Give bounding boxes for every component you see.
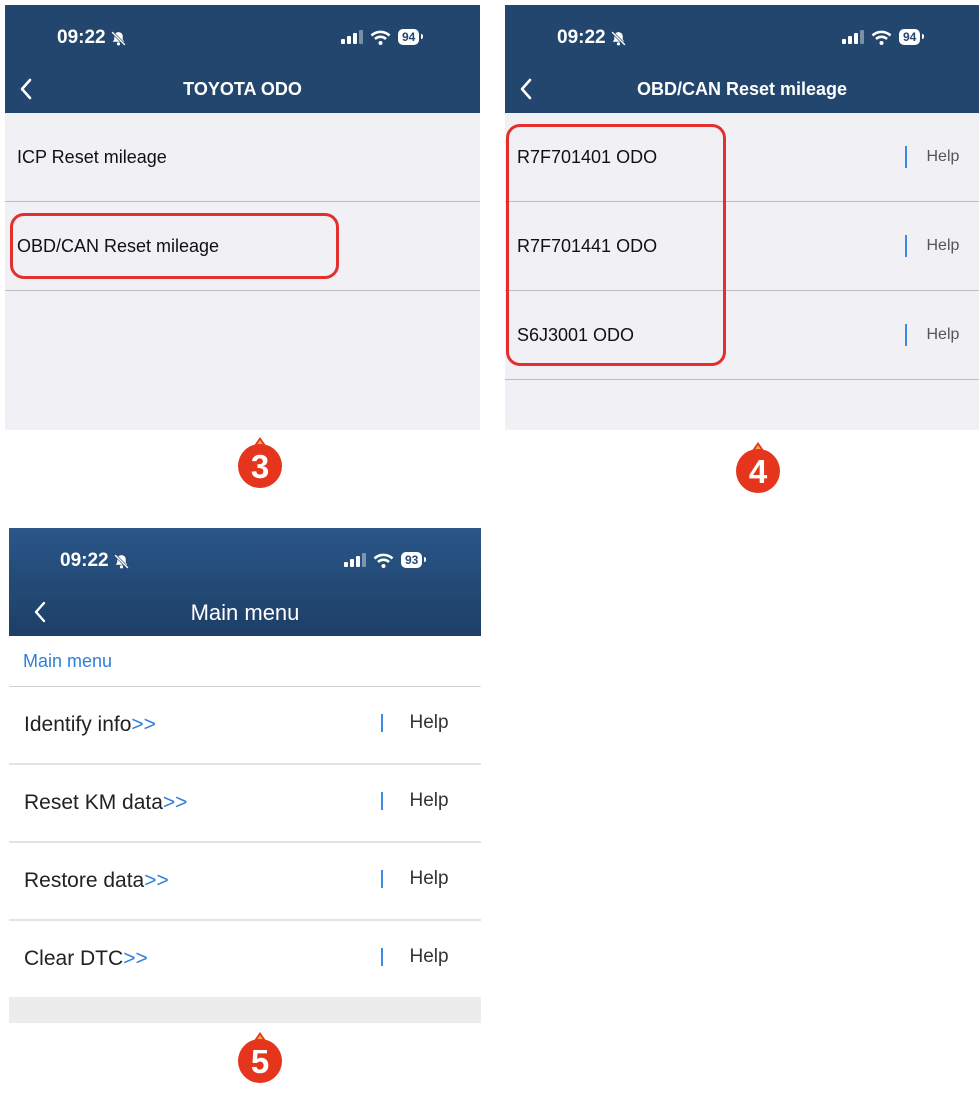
bell-muted-icon xyxy=(610,30,626,46)
screen-obd-can-reset-mileage: 09:22 94 OBD/CAN Reset mileage R7F701401… xyxy=(505,5,979,430)
help-label: Help xyxy=(926,326,960,343)
help-link[interactable]: Help xyxy=(905,146,959,168)
help-link[interactable]: Help xyxy=(381,946,449,968)
menu-item-label-group: Clear DTC>> xyxy=(24,947,148,971)
help-label: Help xyxy=(409,712,449,733)
help-link[interactable]: Help xyxy=(381,790,449,812)
status-icons: 94 xyxy=(842,29,925,45)
status-time-group: 09:22 xyxy=(57,27,127,49)
status-icons: 93 xyxy=(344,552,427,568)
menu-item-reset-km-data[interactable]: Reset KM data>> Help xyxy=(9,765,481,843)
help-link[interactable]: Help xyxy=(905,235,959,257)
menu-item-identify-info[interactable]: Identify info>> Help xyxy=(9,687,481,765)
page-title: TOYOTA ODO xyxy=(183,79,302,99)
help-link[interactable]: Help xyxy=(381,712,449,734)
signal-icon xyxy=(344,553,366,567)
menu-item-label: ICP Reset mileage xyxy=(17,146,167,167)
divider xyxy=(381,948,383,966)
screen-main-menu: 09:22 93 Main menu Main menu Identify in… xyxy=(9,528,481,1023)
help-label: Help xyxy=(926,148,960,165)
help-label: Help xyxy=(409,946,449,967)
divider xyxy=(381,792,383,810)
chevron-double-right-icon: >> xyxy=(123,947,148,970)
breadcrumb-label: Main menu xyxy=(23,651,113,671)
menu-item-icp-reset-mileage[interactable]: ICP Reset mileage xyxy=(5,113,480,202)
bell-muted-icon xyxy=(113,553,129,569)
step-number: 5 xyxy=(251,1043,269,1080)
breadcrumb[interactable]: Main menu xyxy=(9,636,481,686)
wifi-icon xyxy=(373,553,394,568)
chevron-double-right-icon: >> xyxy=(144,869,169,892)
step-4-badge: 4 xyxy=(736,442,780,493)
page-title: OBD/CAN Reset mileage xyxy=(636,79,848,99)
menu-item-restore-data[interactable]: Restore data>> Help xyxy=(9,843,481,921)
menu-item-label: Reset KM data xyxy=(24,791,163,814)
help-link[interactable]: Help xyxy=(905,324,959,346)
status-icons: 94 xyxy=(341,29,424,45)
signal-icon xyxy=(842,30,864,44)
step-number: 3 xyxy=(251,448,269,485)
app-header: 09:22 93 Main menu xyxy=(9,528,481,636)
wifi-icon xyxy=(370,30,391,45)
divider xyxy=(905,235,907,257)
divider xyxy=(905,146,907,168)
signal-icon xyxy=(341,30,363,44)
step-5-badge: 5 xyxy=(238,1032,282,1083)
status-time: 09:22 xyxy=(60,550,109,571)
help-label: Help xyxy=(926,237,960,254)
menu-item-clear-dtc[interactable]: Clear DTC>> Help xyxy=(9,921,481,997)
screen-toyota-odo: 09:22 94 TOYOTA ODO ICP Reset mileage OB… xyxy=(5,5,480,430)
app-header: 09:22 94 OBD/CAN Reset mileage xyxy=(505,5,979,113)
menu-item-label-group: Identify info>> xyxy=(24,713,156,737)
battery-level: 94 xyxy=(398,29,424,45)
menu-item-label: Identify info xyxy=(24,713,132,736)
app-header: 09:22 94 TOYOTA ODO xyxy=(5,5,480,113)
divider xyxy=(381,714,383,732)
chevron-double-right-icon: >> xyxy=(131,713,156,736)
divider xyxy=(381,870,383,888)
bell-muted-icon xyxy=(110,30,126,46)
step-3-badge: 3 xyxy=(238,437,282,488)
help-label: Help xyxy=(409,790,449,811)
status-time-group: 09:22 xyxy=(60,550,130,572)
help-label: Help xyxy=(409,868,449,889)
status-time-group: 09:22 xyxy=(557,27,627,49)
highlight-box xyxy=(10,213,339,279)
wifi-icon xyxy=(871,30,892,45)
highlight-box xyxy=(506,124,726,366)
menu-item-label-group: Restore data>> xyxy=(24,869,169,893)
divider xyxy=(905,324,907,346)
battery-level: 94 xyxy=(899,29,925,45)
main-menu-list: Identify info>> Help Reset KM data>> Hel… xyxy=(9,687,481,997)
status-time: 09:22 xyxy=(57,27,106,48)
page-title: Main menu xyxy=(190,600,300,625)
menu-item-label-group: Reset KM data>> xyxy=(24,791,187,815)
status-time: 09:22 xyxy=(557,27,606,48)
menu-item-label: Restore data xyxy=(24,869,145,892)
step-number: 4 xyxy=(749,453,768,490)
chevron-double-right-icon: >> xyxy=(162,791,188,814)
menu-item-label: Clear DTC xyxy=(24,947,124,970)
battery-level: 93 xyxy=(401,552,427,568)
help-link[interactable]: Help xyxy=(381,868,449,890)
